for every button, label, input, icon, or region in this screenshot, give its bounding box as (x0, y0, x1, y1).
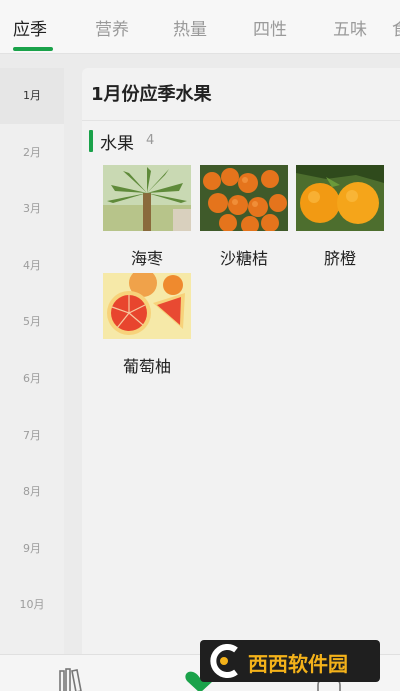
section-count: 4 (146, 133, 155, 148)
tab-calories[interactable]: 热量 (173, 15, 207, 40)
month-item-6[interactable]: 6月 (0, 351, 64, 407)
watermark-logo-icon (210, 644, 238, 678)
fruit-item-qicheng[interactable]: 脐橙 (296, 165, 384, 275)
title-divider (82, 120, 400, 121)
month-item-7[interactable]: 7月 (0, 408, 64, 464)
tab-four-natures[interactable]: 四性 (253, 15, 287, 40)
app-screen: 应季 营养 热量 四性 五味 食 1月 2月 3月 4月 5月 6月 7月 8月… (0, 0, 400, 691)
month-item-10[interactable]: 10月 (0, 577, 64, 633)
section-accent-bar (89, 130, 93, 152)
fruit-item-putaoyou[interactable]: 葡萄柚 (103, 273, 191, 383)
mandarin-image (200, 165, 288, 231)
month-item-2[interactable]: 2月 (0, 125, 64, 181)
month-item-4[interactable]: 4月 (0, 238, 64, 294)
tab-five-flavors[interactable]: 五味 (333, 15, 367, 40)
tab-more[interactable]: 食 (392, 15, 400, 40)
month-sidebar: 1月 2月 3月 4月 5月 6月 7月 8月 9月 10月 (0, 68, 64, 654)
month-item-5[interactable]: 5月 (0, 294, 64, 350)
month-item-8[interactable]: 8月 (0, 464, 64, 520)
library-icon[interactable] (58, 667, 82, 691)
grapefruit-image (103, 273, 191, 339)
fruit-name: 沙糖桔 (219, 249, 268, 268)
fruit-name: 海枣 (130, 249, 163, 268)
season-fruit-card: 1月份应季水果 水果 4 海枣 沙糖桔 脐橙 葡萄柚 (82, 68, 400, 654)
category-tabs: 应季 营养 热量 四性 五味 食 (0, 0, 400, 54)
tab-nutrition[interactable]: 营养 (95, 15, 129, 40)
month-item-3[interactable]: 3月 (0, 181, 64, 237)
fruit-name: 葡萄柚 (122, 357, 171, 376)
fruit-name: 脐橙 (323, 249, 356, 268)
navel-orange-image (296, 165, 384, 231)
watermark-text: 西西软件园 (248, 652, 348, 676)
tab-seasonal[interactable]: 应季 (13, 15, 47, 40)
fruit-item-shatangju[interactable]: 沙糖桔 (200, 165, 288, 275)
active-tab-indicator (13, 47, 53, 51)
month-item-1[interactable]: 1月 (0, 68, 64, 124)
page-title: 1月份应季水果 (91, 84, 212, 105)
section-title: 水果 (100, 134, 134, 154)
month-item-9[interactable]: 9月 (0, 521, 64, 577)
date-palm-image (103, 165, 191, 231)
fruit-item-haizao[interactable]: 海枣 (103, 165, 191, 275)
site-watermark: 西西软件园 (200, 640, 380, 682)
